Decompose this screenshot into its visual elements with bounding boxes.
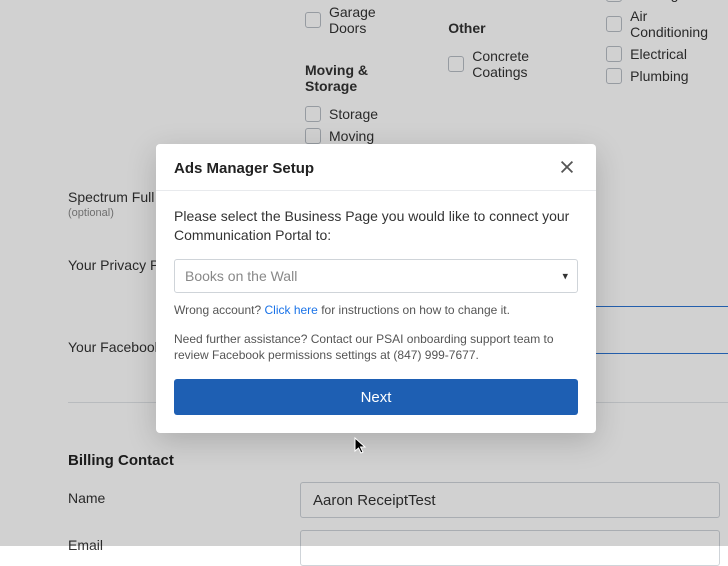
business-page-select[interactable]: Books on the Wall — [174, 259, 578, 293]
wrong-account-text: Wrong account? Click here for instructio… — [174, 303, 578, 317]
modal-body: Please select the Business Page you woul… — [156, 191, 596, 433]
close-icon — [558, 158, 576, 176]
modal-prompt: Please select the Business Page you woul… — [174, 207, 578, 245]
wrong-account-prefix: Wrong account? — [174, 303, 265, 317]
click-here-link[interactable]: Click here — [265, 303, 318, 317]
wrong-account-tail: for instructions on how to change it. — [318, 303, 510, 317]
modal-title: Ads Manager Setup — [174, 160, 314, 177]
next-button[interactable]: Next — [174, 379, 578, 415]
help-text: Need further assistance? Contact our PSA… — [174, 331, 578, 363]
close-button[interactable] — [558, 158, 578, 178]
modal-header: Ads Manager Setup — [156, 144, 596, 191]
business-page-select-wrap[interactable]: Books on the Wall ▾ — [174, 259, 578, 293]
ads-manager-modal: Ads Manager Setup Please select the Busi… — [156, 144, 596, 433]
